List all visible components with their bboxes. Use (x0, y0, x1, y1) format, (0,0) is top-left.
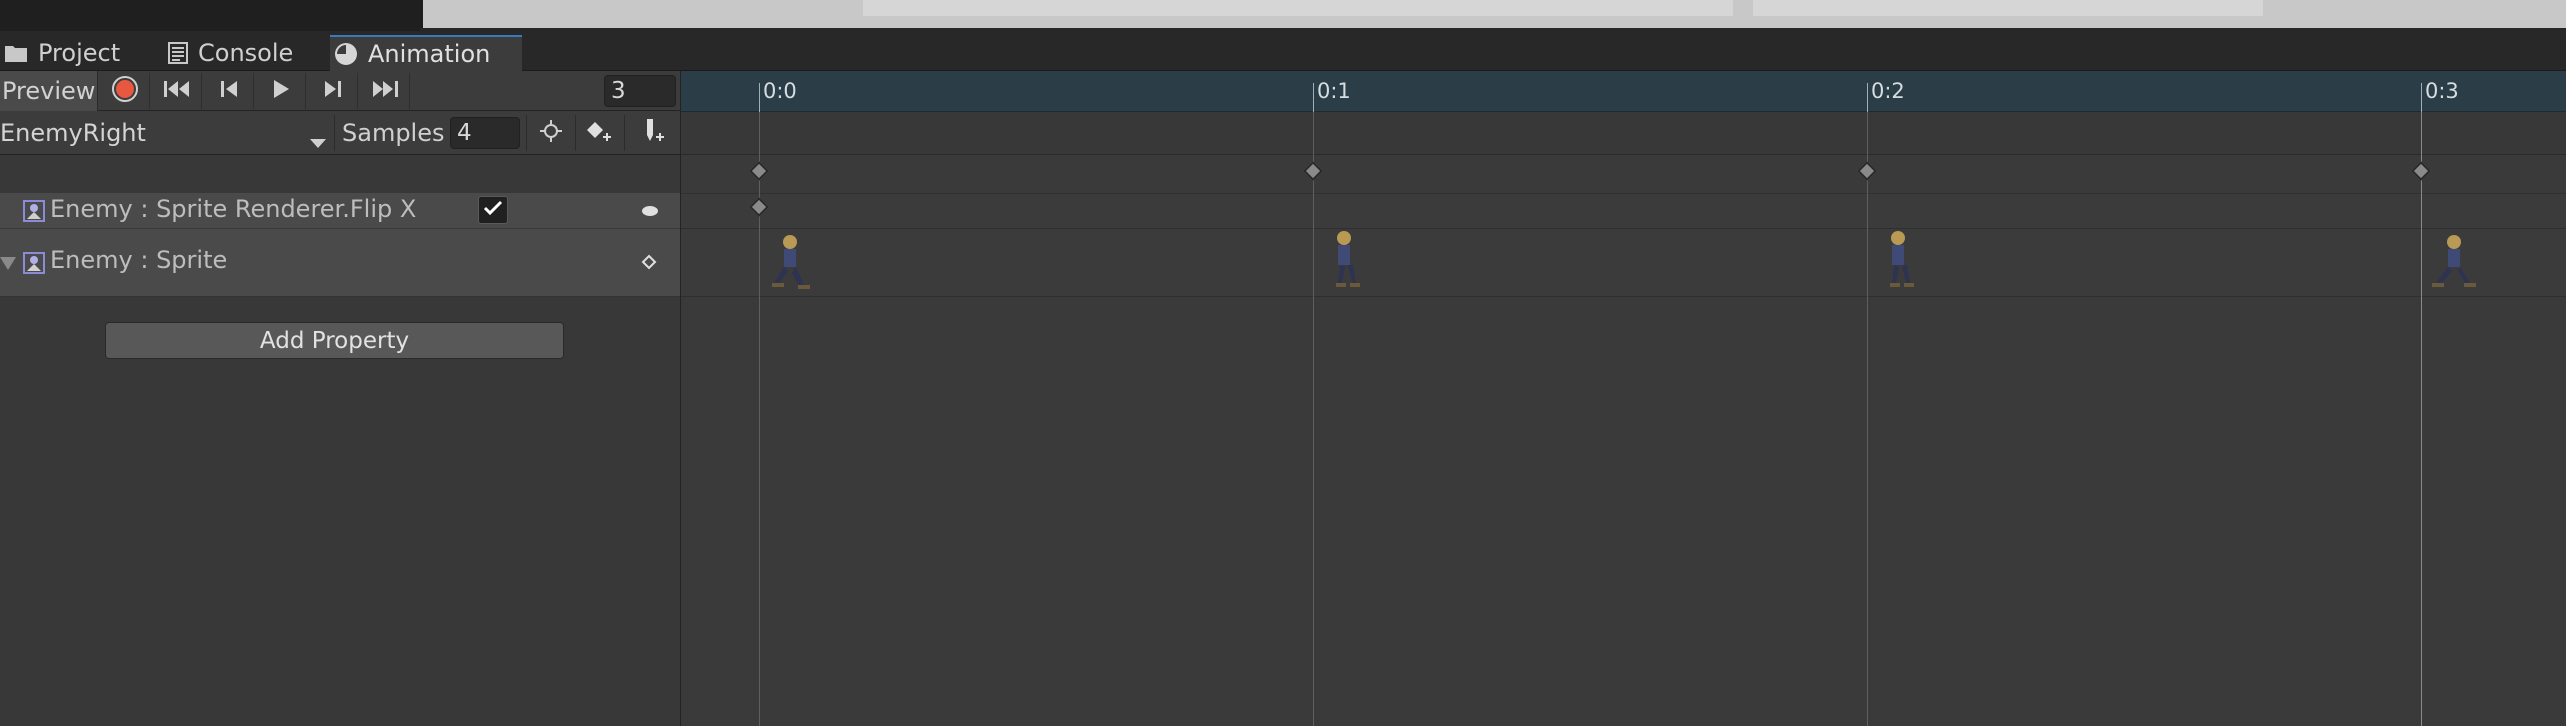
ruler-tick (2421, 83, 2422, 112)
last-keyframe-button[interactable] (360, 73, 410, 109)
add-keyframe-icon (585, 119, 615, 147)
clip-bar: EnemyRight Samples 4 (0, 111, 680, 155)
crosshair-icon (539, 119, 563, 147)
property-row-flip-x[interactable]: Enemy : Sprite Renderer.Flip X (0, 193, 680, 229)
sprite-frame-thumbnail[interactable] (2424, 232, 2484, 294)
filter-button[interactable] (526, 115, 574, 151)
current-frame-line[interactable] (2421, 112, 2422, 726)
tab-bar: Project Console Animation (0, 31, 2566, 71)
property-label: Enemy : Sprite (50, 246, 228, 274)
flip-x-checkbox[interactable] (478, 196, 508, 224)
tab-label: Console (198, 39, 294, 67)
play-button[interactable] (256, 73, 306, 109)
chevron-down-icon (310, 127, 326, 155)
clip-name: EnemyRight (0, 119, 146, 147)
folder-icon (4, 43, 28, 63)
first-keyframe-button[interactable] (152, 73, 202, 109)
clip-dropdown[interactable]: EnemyRight (0, 115, 335, 151)
add-event-button[interactable] (624, 115, 680, 151)
top-strip (0, 0, 2566, 31)
ruler-label: 0:1 (1317, 79, 1351, 103)
next-keyframe-button[interactable] (308, 73, 358, 109)
sprite-frame-thumbnail[interactable] (1316, 228, 1376, 290)
sprite-renderer-icon (22, 199, 46, 223)
sprite-frame-thumbnail[interactable] (762, 232, 822, 294)
samples-label: Samples (342, 119, 445, 147)
property-list-empty-area (0, 297, 680, 726)
add-property-button[interactable]: Add Property (105, 322, 564, 359)
previous-keyframe-icon (219, 79, 239, 103)
tab-animation[interactable]: Animation (330, 35, 522, 71)
ruler-label: 0:2 (1871, 79, 1905, 103)
tab-console[interactable]: Console (164, 35, 307, 71)
first-keyframe-icon (163, 79, 191, 103)
scene-stripe (863, 0, 1733, 16)
tab-label: Animation (368, 40, 491, 68)
checkmark-icon (483, 200, 503, 220)
samples-field[interactable]: 4 (450, 117, 520, 149)
last-keyframe-icon (371, 79, 399, 103)
property-list-header (0, 155, 680, 193)
tab-project[interactable]: Project (0, 35, 134, 71)
play-icon (272, 79, 290, 103)
preview-label: Preview (2, 77, 96, 105)
timeline-ruler[interactable]: 0:0 0:1 0:2 0:3 (681, 71, 2566, 112)
sprite-frame-thumbnail[interactable] (1870, 228, 1930, 290)
animation-toolbar: Preview 3 (0, 71, 680, 111)
console-icon (168, 42, 188, 64)
ruler-label: 0:0 (763, 79, 797, 103)
preview-button[interactable]: Preview (0, 71, 98, 111)
keyframe-diamond-icon[interactable] (641, 254, 657, 274)
property-label: Enemy : Sprite Renderer.Flip X (50, 195, 417, 223)
frame-line (1313, 112, 1314, 726)
tab-label: Project (38, 39, 121, 67)
record-button[interactable] (100, 73, 150, 109)
sprite-renderer-icon (22, 251, 46, 275)
expand-arrow-icon[interactable] (0, 256, 16, 275)
ruler-tick (759, 83, 760, 112)
track-flip-x[interactable] (681, 193, 2566, 229)
ruler-tick (1867, 83, 1868, 112)
ruler-tick (1313, 83, 1314, 112)
clock-icon (334, 42, 358, 66)
previous-keyframe-button[interactable] (204, 73, 254, 109)
add-event-icon (639, 117, 667, 149)
track-sprite[interactable] (681, 229, 2566, 297)
property-row-sprite[interactable]: Enemy : Sprite (0, 229, 680, 297)
top-strip-dark (0, 0, 420, 31)
ruler-label: 0:3 (2425, 79, 2459, 103)
frame-line (1867, 112, 1868, 726)
frame-field[interactable]: 3 (604, 75, 676, 107)
add-keyframe-button[interactable] (575, 115, 623, 151)
scene-view-edge (420, 0, 2566, 28)
scene-stripe (1753, 0, 2263, 16)
curve-toggle-icon[interactable] (640, 203, 660, 222)
next-keyframe-icon (323, 79, 343, 103)
record-icon (111, 75, 139, 107)
summary-keyframe-row[interactable] (681, 112, 2566, 155)
